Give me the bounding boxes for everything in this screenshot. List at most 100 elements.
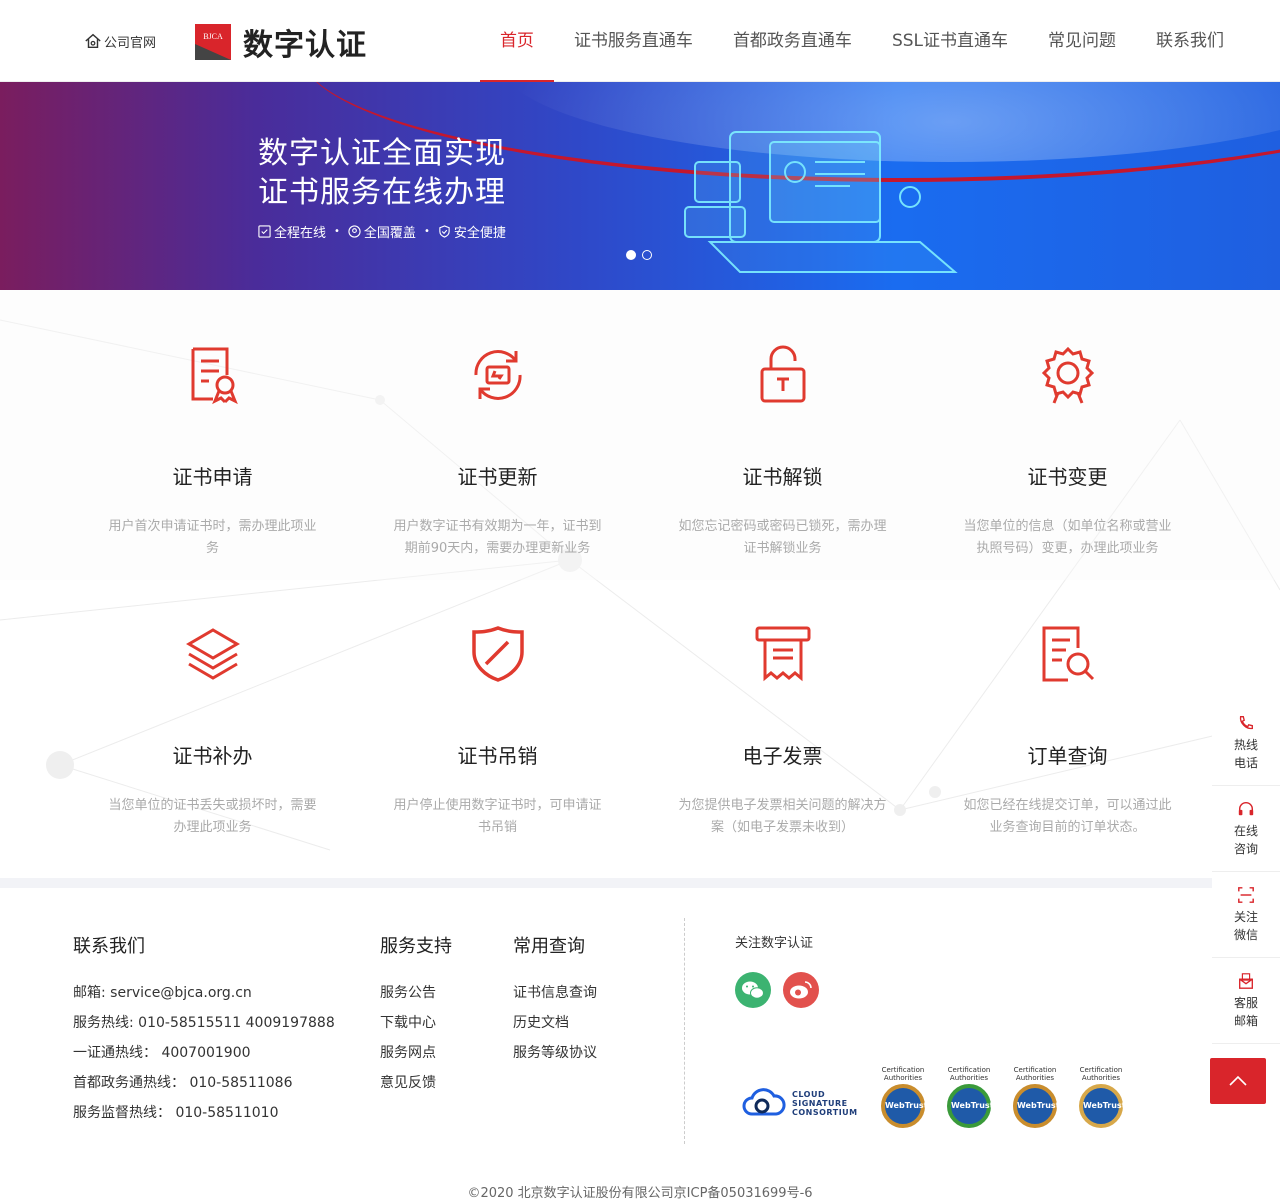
- footer-yzt-hotline: 一证通热线： 4007001900: [73, 1045, 251, 1061]
- headset-icon: [1238, 801, 1254, 816]
- site-logo[interactable]: BJCA 数字认证: [195, 20, 367, 64]
- service-card-unlock[interactable]: 证书解锁 如您忘记密码或密码已锁死，需办理证书解锁业务: [640, 345, 925, 560]
- service-card-apply[interactable]: 证书申请 用户首次申请证书时，需办理此项业务: [70, 345, 355, 560]
- webtrust-badge-1[interactable]: Certification Authorities WebTrust: [876, 1066, 930, 1128]
- service-desc: 如您已经在线提交订单，可以通过此业务查询目前的订单状态。: [963, 798, 1172, 835]
- footer-link-history-docs[interactable]: 历史文档: [513, 1008, 597, 1038]
- location-icon: [348, 225, 361, 238]
- banner-tags: 全程在线 • 全国覆盖 • 安全便捷: [258, 222, 506, 241]
- cloud-signature-consortium-logo: CLOUD SIGNATURE CONSORTIUM: [742, 1088, 858, 1118]
- copyright: ©2020 北京数字认证股份有限公司京ICP备05031699号-6: [467, 1186, 813, 1201]
- follow-title: 关注数字认证: [735, 936, 814, 951]
- nav-home[interactable]: 首页: [479, 0, 554, 82]
- certificate-icon: [191, 347, 238, 405]
- logo-text: 数字认证: [243, 28, 367, 63]
- service-title: 证书变更: [1027, 465, 1108, 489]
- top-header: 公司官网 BJCA 数字认证 首页 证书服务直通车 首都政务直通车 SSL证书直…: [0, 0, 1280, 82]
- service-desc: 当您单位的证书丢失或损坏时，需要办理此项业务: [108, 798, 317, 835]
- weibo-icon: [790, 981, 812, 999]
- service-card-renew[interactable]: 证书更新 用户数字证书有效期为一年，证书到期前90天内，需要办理更新业务: [355, 345, 640, 560]
- chevron-up-icon: [1229, 1075, 1247, 1086]
- service-title: 订单查询: [1027, 744, 1108, 768]
- service-card-reissue[interactable]: 证书补办 当您单位的证书丢失或损坏时，需要办理此项业务: [70, 624, 355, 839]
- nav-contact[interactable]: 联系我们: [1156, 0, 1224, 82]
- footer-supervision-hotline: 服务监督热线： 010-58511010: [73, 1105, 279, 1121]
- service-title: 证书申请: [172, 465, 253, 489]
- weibo-button[interactable]: [783, 972, 819, 1008]
- logo-badge-text: BJCA: [203, 32, 223, 41]
- webtrust-badge-4[interactable]: Certification Authorities WebTrust: [1074, 1066, 1128, 1128]
- footer-link-notice[interactable]: 服务公告: [380, 978, 452, 1008]
- service-desc: 用户停止使用数字证书时，可申请证书吊销: [393, 798, 602, 835]
- webtrust-badge-2[interactable]: Certification Authorities WebTrust: [942, 1066, 996, 1128]
- mail-icon: [1239, 973, 1253, 989]
- layers-icon: [185, 628, 240, 680]
- webtrust-badge-3[interactable]: Certification Authorities WebTrust: [1008, 1066, 1062, 1128]
- hero-banner[interactable]: 数字认证全面实现 证书服务在线办理 全程在线 • 全国覆盖 • 安全便捷: [0, 82, 1280, 290]
- carousel-dot-1[interactable]: [626, 250, 636, 260]
- section-divider: [0, 878, 1280, 888]
- banner-tag-online: 全程在线: [258, 222, 326, 241]
- side-hotline[interactable]: 热线 电话: [1212, 700, 1280, 786]
- home-icon: [85, 33, 101, 49]
- company-home-label: 公司官网: [104, 35, 157, 51]
- service-desc: 如您忘记密码或密码已锁死，需办理证书解锁业务: [678, 519, 887, 556]
- footer-gov-hotline: 首都政务通热线： 010-58511086: [73, 1075, 293, 1091]
- footer-email[interactable]: 邮箱: service@bjca.org.cn: [73, 978, 335, 1008]
- footer-link-cert-info[interactable]: 证书信息查询: [513, 978, 597, 1008]
- service-desc: 用户数字证书有效期为一年，证书到期前90天内，需要办理更新业务: [393, 519, 602, 556]
- service-title: 证书更新: [457, 465, 538, 489]
- wechat-icon: [742, 981, 764, 999]
- webtrust-seal-icon: WebTrust: [1013, 1084, 1060, 1128]
- side-wechat[interactable]: 关注 微信: [1212, 872, 1280, 958]
- check-box-icon: [258, 225, 271, 238]
- nav-cert-service[interactable]: 证书服务直通车: [574, 0, 693, 82]
- service-desc: 用户首次申请证书时，需办理此项业务: [108, 519, 317, 556]
- footer-link-outlets[interactable]: 服务网点: [380, 1038, 452, 1068]
- site-footer: 联系我们 邮箱: service@bjca.org.cn 服务热线: 010-5…: [0, 888, 1280, 1201]
- footer-link-download[interactable]: 下载中心: [380, 1008, 452, 1038]
- footer-query-title: 常用查询: [513, 936, 585, 957]
- main-nav: 首页 证书服务直通车 首都政务直通车 SSL证书直通车 常见问题 联系我们: [460, 0, 1224, 82]
- service-desc: 为您提供电子发票相关问题的解决方案（如电子发票未收到）: [678, 798, 887, 835]
- footer-query: 常用查询 证书信息查询 历史文档 服务等级协议: [513, 932, 597, 1068]
- banner-title: 数字认证全面实现 证书服务在线办理: [258, 134, 506, 212]
- webtrust-seal-icon: WebTrust: [947, 1084, 994, 1128]
- footer-link-feedback[interactable]: 意见反馈: [380, 1068, 452, 1098]
- nav-faq[interactable]: 常见问题: [1048, 0, 1116, 82]
- invoice-icon: [755, 626, 810, 682]
- service-card-revoke[interactable]: 证书吊销 用户停止使用数字证书时，可申请证书吊销: [355, 624, 640, 839]
- shield-icon: [471, 626, 524, 682]
- banner-line-2: 证书服务在线办理: [258, 175, 506, 210]
- carousel-dots: [626, 250, 658, 260]
- side-online-consult[interactable]: 在线 咨询: [1212, 786, 1280, 872]
- side-service-bar: 热线 电话 在线 咨询 关注 微信 客服 邮箱: [1212, 700, 1280, 1044]
- laptop-illustration: [684, 131, 958, 273]
- refresh-icon: [473, 350, 522, 400]
- nav-capital-gov[interactable]: 首都政务直通车: [733, 0, 852, 82]
- wechat-button[interactable]: [735, 972, 771, 1008]
- service-card-invoice[interactable]: 电子发票 为您提供电子发票相关问题的解决方案（如电子发票未收到）: [640, 624, 925, 839]
- service-card-change[interactable]: 证书变更 当您单位的信息（如单位名称或营业执照号码）变更，办理此项业务: [925, 345, 1210, 560]
- search-doc-icon: [1042, 626, 1094, 682]
- side-service-email[interactable]: 客服 邮箱: [1212, 958, 1280, 1044]
- scan-icon: [1238, 887, 1254, 903]
- nav-ssl[interactable]: SSL证书直通车: [892, 0, 1008, 82]
- footer-link-sla[interactable]: 服务等级协议: [513, 1038, 597, 1068]
- footer-hotline: 服务热线: 010-58515511 4009197888: [73, 1015, 335, 1031]
- unlock-icon: [760, 345, 805, 403]
- service-desc: 当您单位的信息（如单位名称或营业执照号码）变更，办理此项业务: [963, 519, 1172, 556]
- back-to-top-button[interactable]: [1210, 1058, 1266, 1104]
- service-title: 证书补办: [172, 744, 253, 768]
- footer-contact: 联系我们 邮箱: service@bjca.org.cn 服务热线: 010-5…: [73, 932, 335, 1128]
- shield-check-icon: [439, 225, 450, 238]
- banner-tag-secure: 安全便捷: [438, 222, 506, 241]
- carousel-dot-2[interactable]: [642, 250, 652, 260]
- service-card-order-query[interactable]: 订单查询 如您已经在线提交订单，可以通过此业务查询目前的订单状态。: [925, 624, 1210, 839]
- cloud-icon: [742, 1088, 786, 1116]
- service-title: 证书吊销: [457, 744, 538, 768]
- banner-line-1: 数字认证全面实现: [258, 136, 506, 171]
- bjca-logo-icon: BJCA: [195, 24, 231, 60]
- services-section: 证书申请 用户首次申请证书时，需办理此项业务 证书更新 用户数字证书有效期为一年…: [0, 290, 1280, 878]
- company-home-link[interactable]: 公司官网: [84, 31, 156, 51]
